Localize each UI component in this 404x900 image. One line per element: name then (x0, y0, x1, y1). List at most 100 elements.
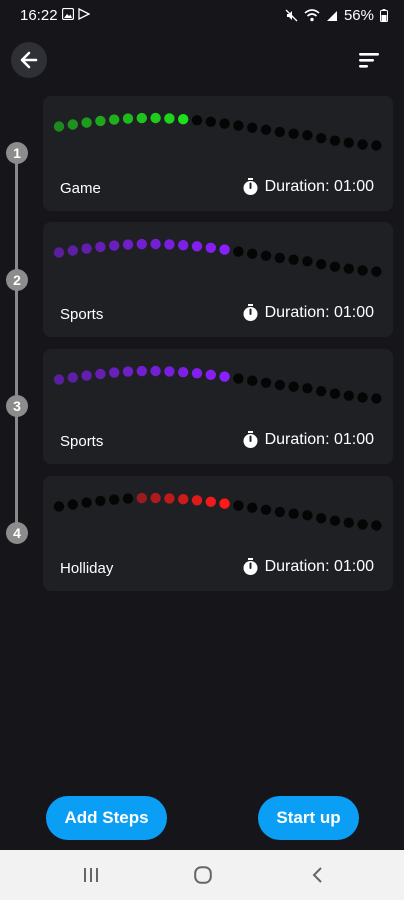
led-dot-lit (136, 238, 147, 250)
led-dot-lit (150, 492, 161, 504)
led-dot-off (371, 266, 382, 277)
step-duration: Duration: 01:00 (242, 558, 374, 576)
start-up-button[interactable]: Start up (258, 796, 359, 840)
led-dot-off (302, 256, 313, 267)
led-dot-off (288, 128, 299, 139)
led-dot-lit (164, 493, 175, 504)
stopwatch-icon (243, 304, 258, 321)
led-dot-lit (191, 241, 203, 252)
led-dot-lit (191, 495, 203, 506)
led-dot-lit (205, 496, 216, 507)
led-dot-lit (191, 368, 203, 379)
step-card-sports-2[interactable]: Sports Duration: 01:00 (43, 349, 393, 464)
timeline-line (15, 150, 18, 535)
led-dot-off (329, 135, 341, 146)
battery-icon (380, 9, 388, 22)
led-dot-lit (219, 244, 230, 255)
add-steps-button[interactable]: Add Steps (46, 796, 167, 840)
step-card-holliday[interactable]: Holliday Duration: 01:00 (43, 476, 393, 591)
light-wave-preview (53, 238, 382, 277)
led-dot-off (274, 126, 285, 138)
led-dot-off (247, 122, 258, 133)
led-dot-lit (205, 242, 216, 253)
duration-text: Duration: 01:00 (264, 558, 374, 575)
light-wave-preview (53, 365, 382, 404)
led-dot-off (302, 383, 313, 394)
led-dot-lit (122, 366, 134, 377)
duration-text: Duration: 01:00 (264, 431, 374, 448)
led-dot-off (247, 502, 258, 513)
led-dot-off (343, 390, 354, 401)
led-dot-off (288, 508, 299, 519)
led-dot-off (53, 501, 65, 512)
led-dot-off (288, 381, 299, 392)
led-dot-lit (136, 492, 147, 504)
led-dot-lit (219, 371, 230, 382)
led-dot-lit (205, 369, 216, 380)
stopwatch-icon (243, 431, 258, 448)
light-wave-preview (53, 112, 382, 151)
step-number-2: 2 (6, 269, 28, 291)
notification-icons (62, 8, 90, 20)
led-dot-lit (53, 374, 65, 385)
led-dot-off (233, 500, 244, 511)
led-dot-lit (122, 113, 134, 124)
home-icon[interactable] (194, 866, 212, 884)
stopwatch-icon (243, 558, 258, 575)
stopwatch-icon (243, 178, 258, 195)
step-number-1: 1 (6, 142, 28, 164)
led-dot-off (260, 504, 272, 515)
step-card-sports-1[interactable]: Sports Duration: 01:00 (43, 222, 393, 337)
step-number-4: 4 (6, 522, 28, 544)
step-duration: Duration: 01:00 (242, 304, 374, 322)
step-duration: Duration: 01:00 (242, 178, 374, 196)
led-dot-lit (136, 365, 147, 377)
led-dot-off (357, 265, 368, 276)
led-dot-lit (53, 121, 65, 132)
system-nav-bar (0, 850, 404, 900)
led-dot-off (260, 250, 272, 261)
led-dot-lit (164, 366, 175, 377)
led-dot-off (329, 388, 341, 399)
led-dot-off (219, 118, 230, 129)
led-dot-off (260, 377, 272, 388)
led-dot-off (122, 493, 134, 504)
step-number-3: 3 (6, 395, 28, 417)
led-dot-lit (81, 117, 92, 128)
led-dot-off (274, 252, 285, 264)
led-dot-off (191, 115, 203, 126)
led-dot-lit (164, 113, 175, 124)
led-dot-lit (178, 494, 189, 505)
app-bar (0, 40, 404, 84)
arrow-left-icon (20, 51, 38, 69)
led-dot-off (371, 140, 382, 151)
led-dot-off (316, 386, 327, 397)
duration-text: Duration: 01:00 (264, 178, 374, 195)
back-button[interactable] (11, 42, 47, 78)
back-nav-icon[interactable] (310, 866, 324, 884)
led-dot-lit (178, 114, 189, 125)
led-dot-lit (109, 240, 120, 251)
sort-icon[interactable] (356, 48, 382, 72)
led-dot-off (343, 517, 354, 528)
signal-icon (326, 10, 337, 21)
led-dot-lit (95, 115, 106, 127)
led-dot-off (67, 499, 78, 510)
led-dot-lit (81, 370, 92, 381)
led-dot-lit (150, 112, 161, 124)
step-card-game[interactable]: Game Duration: 01:00 (43, 96, 393, 211)
led-dot-lit (67, 245, 78, 256)
mute-icon (285, 9, 298, 22)
led-dot-off (288, 254, 299, 265)
step-name: Game (60, 180, 101, 197)
led-dot-off (95, 495, 106, 507)
led-dot-lit (122, 239, 134, 250)
led-dot-lit (95, 368, 106, 380)
led-dot-off (371, 393, 382, 404)
step-name: Sports (60, 433, 104, 450)
status-bar: 16:22 56% (0, 0, 404, 32)
recent-apps-icon[interactable] (82, 867, 100, 883)
led-dot-off (343, 263, 354, 274)
led-dot-off (371, 520, 382, 531)
led-dot-lit (150, 365, 161, 377)
